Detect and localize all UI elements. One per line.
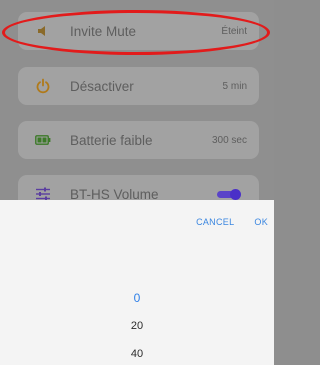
setting-label: Désactiver [70, 78, 134, 94]
toggle-knob [230, 188, 241, 200]
battery-icon [32, 135, 54, 145]
volume-toggle[interactable] [217, 188, 241, 200]
sheet-actions: CANCEL OK [196, 217, 274, 227]
picker-option[interactable]: 40 [0, 348, 274, 360]
setting-value: Éteint [221, 25, 247, 37]
sliders-icon [32, 187, 54, 201]
cancel-button[interactable]: CANCEL [196, 217, 234, 227]
setting-row-batterie-faible[interactable]: Batterie faible 300 sec [18, 121, 259, 159]
power-icon [32, 78, 54, 94]
setting-row-desactiver[interactable]: Désactiver 5 min [18, 67, 259, 105]
number-picker-sheet: CANCEL OK 0 20 40 [0, 200, 274, 365]
settings-list: Invite Mute Éteint Désactiver 5 min Batt… [0, 0, 274, 213]
ok-button[interactable]: OK [254, 217, 268, 227]
setting-value: 5 min [222, 80, 247, 92]
picker-option[interactable]: 20 [0, 320, 274, 332]
setting-value: 300 sec [211, 134, 247, 146]
setting-row-invite-mute[interactable]: Invite Mute Éteint [18, 12, 259, 50]
speaker-icon [32, 25, 54, 37]
picker-option-selected[interactable]: 0 [0, 291, 274, 305]
setting-label: Batterie faible [70, 132, 153, 148]
setting-label: Invite Mute [70, 23, 137, 39]
